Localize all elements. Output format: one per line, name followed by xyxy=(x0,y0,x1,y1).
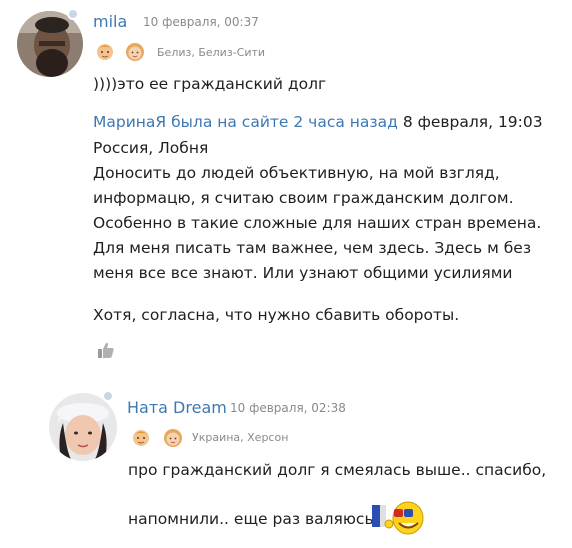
status-icon xyxy=(102,390,114,402)
comment-nata: Ната Dream 10 февраля, 02:38 Украина, Хе… xyxy=(0,380,572,548)
rolling-laugh-emoticon-icon xyxy=(368,497,426,537)
quote-line-1: Доносить до людей объективную, на мой вз… xyxy=(93,164,500,182)
comment-text-line-1: про гражданский долг я смеялась выше.. с… xyxy=(128,461,547,479)
boy-icon xyxy=(130,426,152,448)
avatar-mila[interactable] xyxy=(17,11,83,77)
comment-text-line-2: напомнили.. еще раз валяюсь xyxy=(128,510,374,528)
status-icon xyxy=(67,8,79,20)
quote-date: 8 февраля, 19:03 xyxy=(402,113,543,131)
boy-icon xyxy=(94,40,116,62)
avatar-image xyxy=(17,11,83,77)
quote-line-3: Особенно в такие сложные для наших стран… xyxy=(93,214,542,232)
quote-author-link[interactable]: МаринаЯ была на сайте 2 часа назад xyxy=(93,113,398,131)
author-location: Украина, Херсон xyxy=(192,431,289,444)
girl-icon xyxy=(162,426,184,448)
quote-closing: Хотя, согласна, что нужно сбавить оборот… xyxy=(93,306,460,324)
author-name[interactable]: Ната Dream xyxy=(127,398,227,417)
comment-date: 10 февраля, 02:38 xyxy=(230,401,346,415)
quote-location: Россия, Лобня xyxy=(93,139,209,157)
quote-line-5: меня все все знают. Или узнают общими ус… xyxy=(93,264,513,282)
comment-mila: mila 10 февраля, 00:37 Белиз, Белиз-Сити… xyxy=(0,0,572,370)
author-name[interactable]: mila xyxy=(93,12,127,31)
quote-line-2: информацю, я считаю своим гражданским до… xyxy=(93,189,514,207)
thumbs-up-icon[interactable] xyxy=(96,340,116,360)
comment-text: ))))это ее гражданский долг xyxy=(93,75,327,93)
girl-icon xyxy=(124,40,146,62)
avatar-nata[interactable] xyxy=(49,393,117,461)
quote-line-4: Для меня писать там важнее, чем здесь. З… xyxy=(93,239,532,257)
quote-header: МаринаЯ была на сайте 2 часа назад 8 фев… xyxy=(93,111,543,134)
author-location: Белиз, Белиз-Сити xyxy=(157,46,266,59)
avatar-image xyxy=(49,393,117,461)
comment-date: 10 февраля, 00:37 xyxy=(143,15,259,29)
